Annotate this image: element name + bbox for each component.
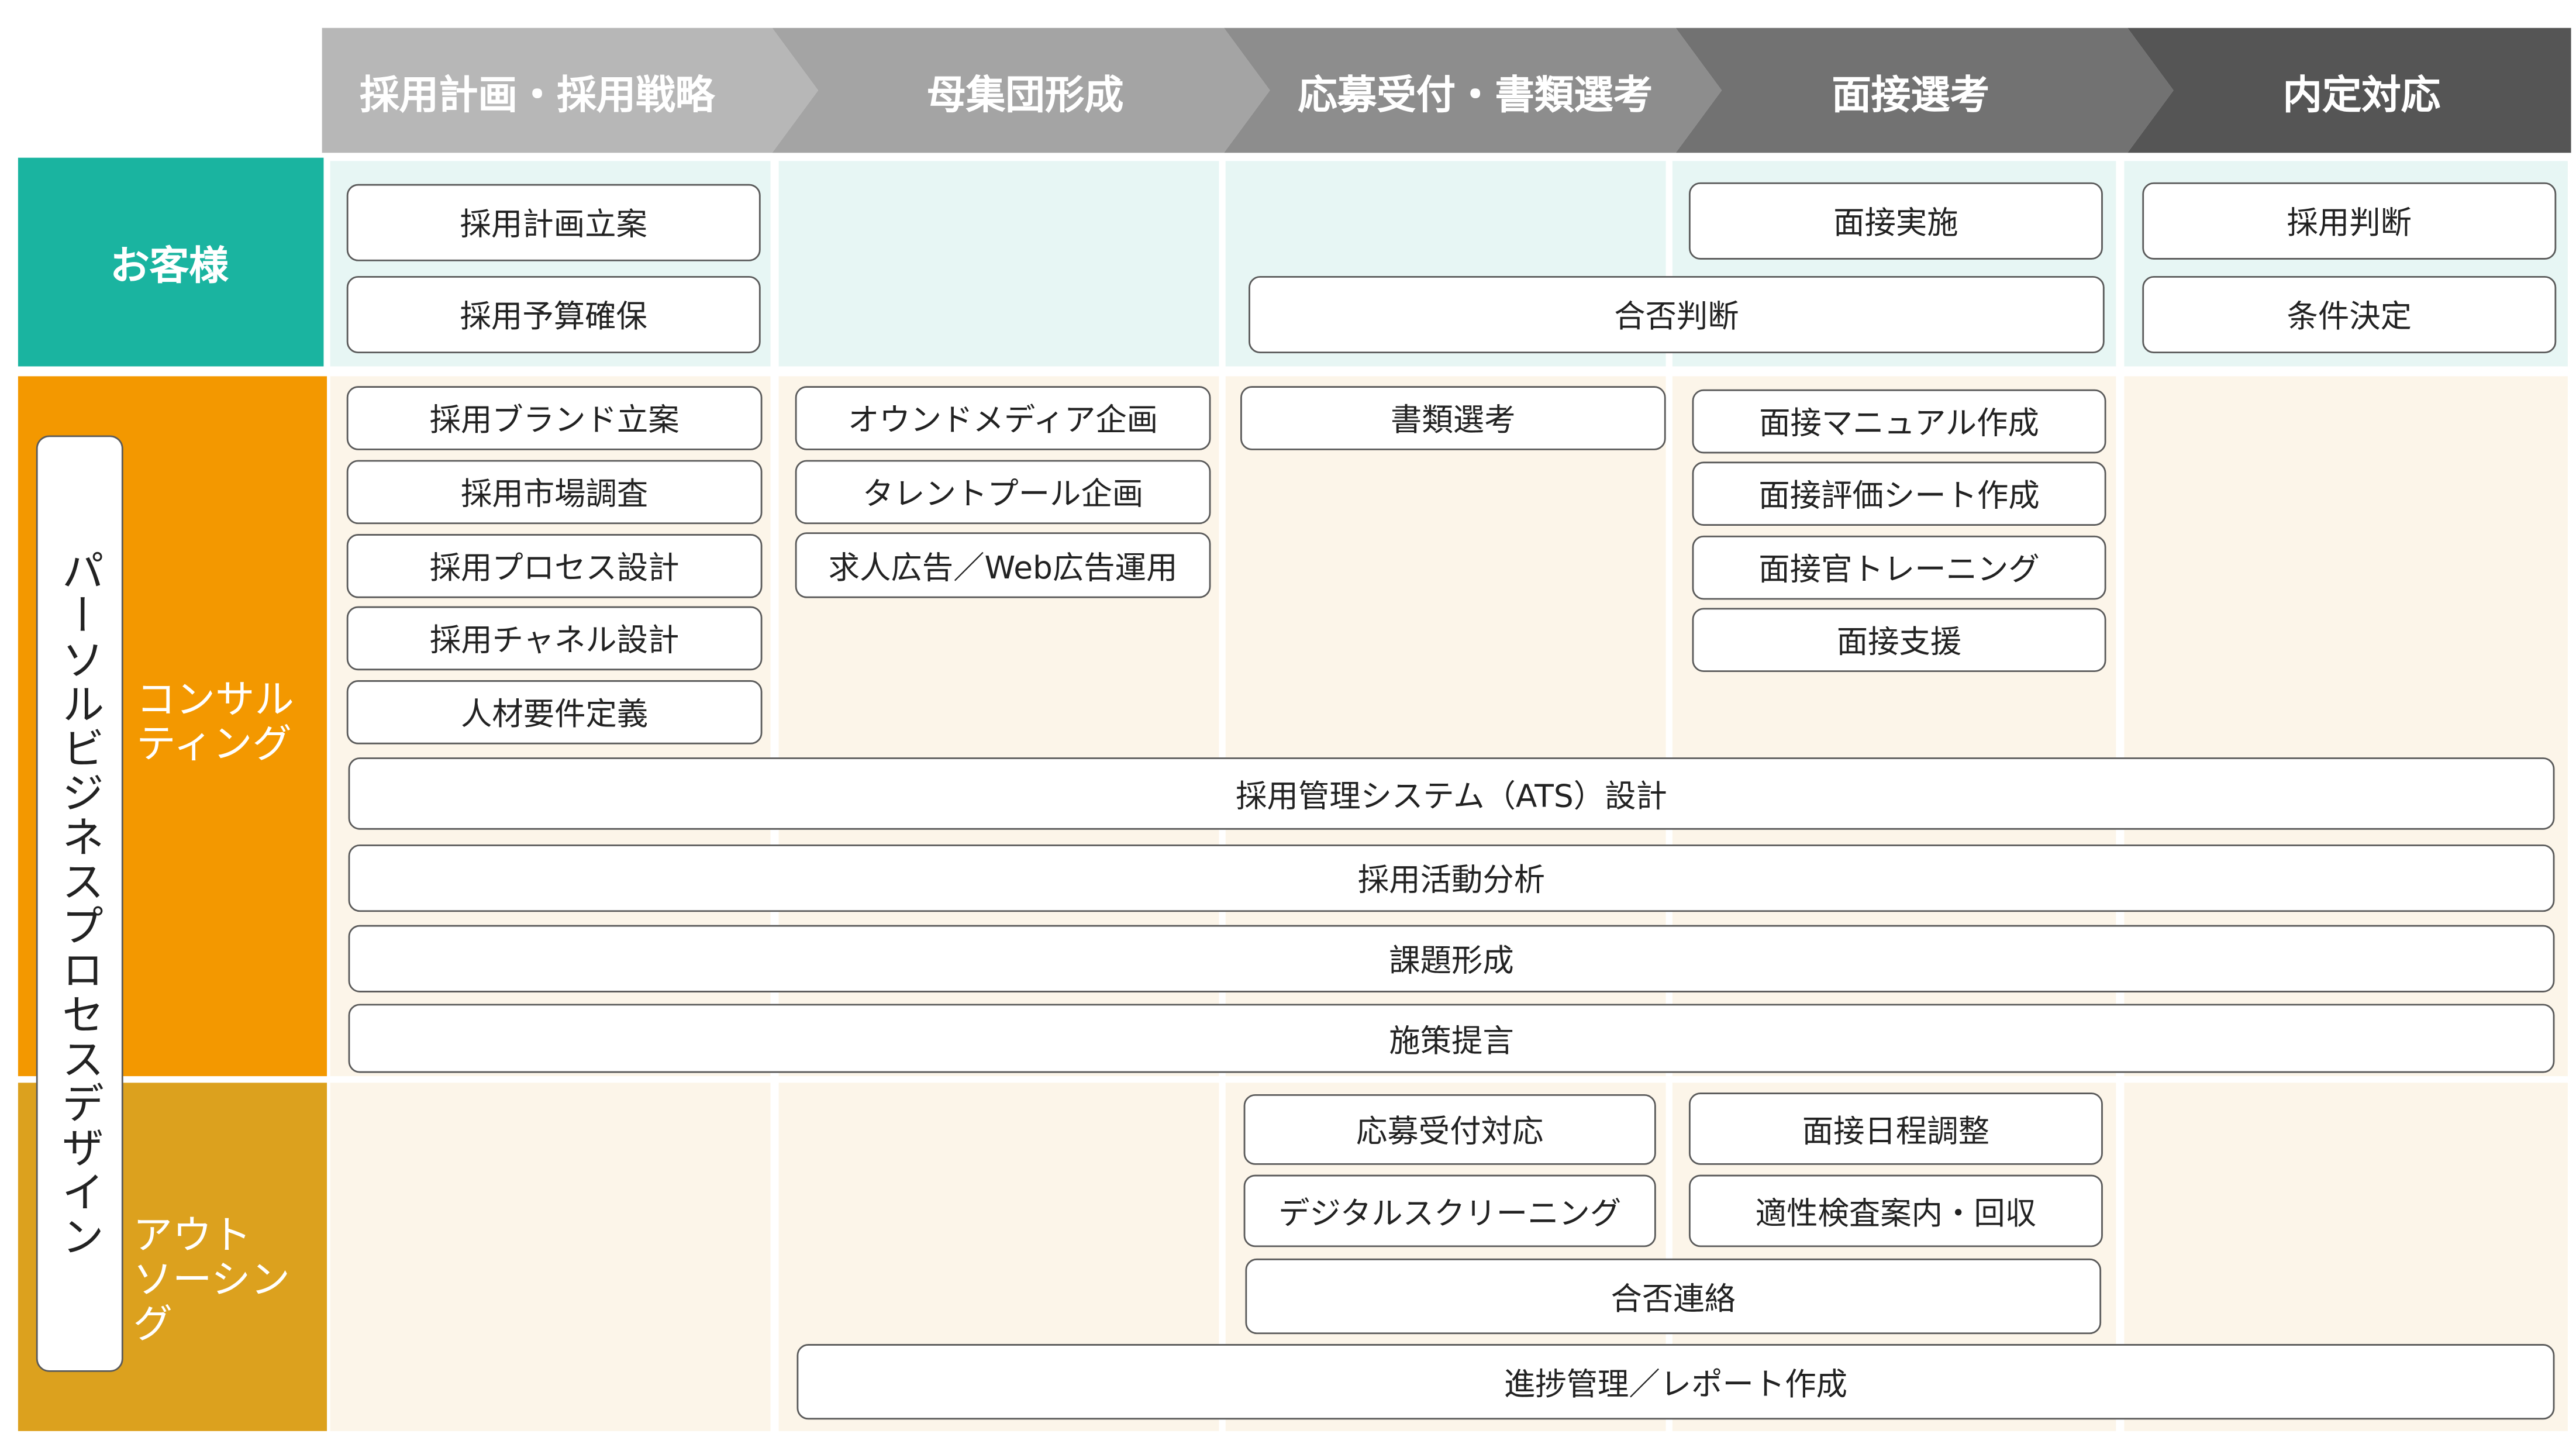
task-box: 採用予算確保 xyxy=(346,275,761,353)
task-box: 採用プロセス設計 xyxy=(346,534,763,598)
task-box: 採用判断 xyxy=(2142,182,2557,260)
task-box: 条件決定 xyxy=(2142,275,2557,353)
task-box-full: 採用活動分析 xyxy=(348,844,2555,912)
task-box: デジタルスクリーニング xyxy=(1243,1174,1656,1247)
phase-label-1: 採用計画・採用戦略 xyxy=(360,71,715,118)
row-label-customer: お客様 xyxy=(18,157,324,367)
cell-outsourcing-1 xyxy=(330,1083,771,1431)
task-box: 採用ブランド立案 xyxy=(346,386,763,450)
row-label-consulting: コンサル ティング xyxy=(136,678,320,767)
task-box-full: 採用管理システム（ATS）設計 xyxy=(348,757,2555,830)
phase-label-4: 面接選考 xyxy=(1832,71,1990,118)
task-box: 採用チャネル設計 xyxy=(346,606,763,671)
task-box: 面接官トレーニング xyxy=(1692,535,2106,600)
task-box: 応募受付対応 xyxy=(1243,1094,1656,1165)
task-box-full: 施策提言 xyxy=(348,1004,2555,1073)
task-box-full: 課題形成 xyxy=(348,925,2555,992)
task-box: 面接日程調整 xyxy=(1688,1092,2103,1165)
task-box-wide: 合否連絡 xyxy=(1245,1258,2102,1335)
outsourcing-label-line-1: アウト xyxy=(133,1212,251,1259)
customer-label: お客様 xyxy=(110,243,229,289)
task-box: 面接評価シート作成 xyxy=(1692,461,2106,526)
task-box: 適性検査案内・回収 xyxy=(1688,1174,2103,1247)
phase-label-5: 内定対応 xyxy=(2282,71,2441,118)
consulting-label-line-1: コンサル xyxy=(136,677,294,723)
row-label-outsourcing: アウト ソーシング xyxy=(133,1214,324,1347)
process-design-label: パーソルビジネスプロセスデザイン xyxy=(54,549,104,1259)
cell-customer-2 xyxy=(778,161,1219,367)
process-design-label-box: パーソルビジネスプロセスデザイン xyxy=(36,435,123,1372)
task-box-wide: 進捗管理／レポート作成 xyxy=(796,1344,2555,1420)
consulting-label-line-2: ティング xyxy=(136,721,292,767)
task-box: 採用計画立案 xyxy=(346,184,761,261)
task-box: 面接支援 xyxy=(1692,608,2106,673)
phase-label-2: 母集団形成 xyxy=(926,71,1124,118)
task-box: 面接マニュアル作成 xyxy=(1692,389,2106,454)
task-box: オウンドメディア企画 xyxy=(795,386,1211,450)
task-box: 書類選考 xyxy=(1240,386,1666,450)
task-box: 人材要件定義 xyxy=(346,680,763,745)
task-box: 面接実施 xyxy=(1688,182,2103,260)
phase-label-3: 応募受付・書類選考 xyxy=(1298,71,1653,118)
outsourcing-label-line-2: ソーシング xyxy=(133,1257,290,1347)
task-box-wide: 合否判断 xyxy=(1249,275,2105,353)
task-box: タレントプール企画 xyxy=(795,460,1211,525)
process-diagram: 採用計画・採用戦略 母集団形成 応募受付・書類選考 面接選考 内定対応 お客様 … xyxy=(0,0,2576,1451)
task-box: 採用市場調査 xyxy=(346,460,763,525)
task-box: 求人広告／Web広告運用 xyxy=(795,532,1211,598)
